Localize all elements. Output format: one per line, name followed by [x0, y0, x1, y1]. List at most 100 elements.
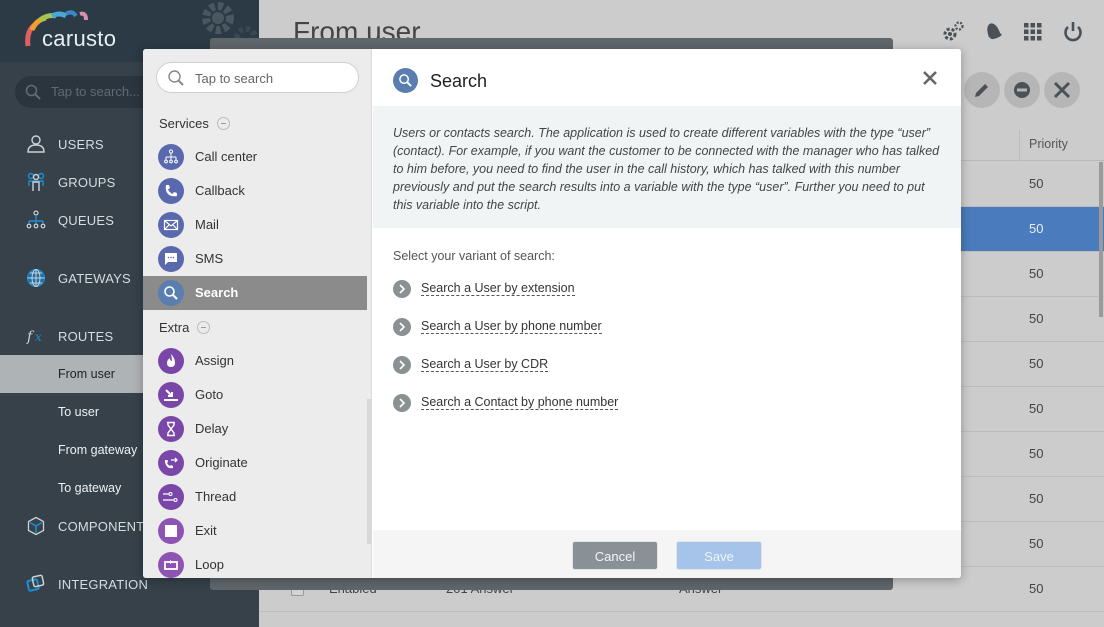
priority-cell: 50	[1029, 176, 1044, 191]
app-item-label: Search	[195, 285, 239, 300]
user-icon	[27, 135, 45, 153]
app-item-label: Delay	[195, 421, 229, 436]
column-divider	[1019, 130, 1020, 161]
sidebar-subitem-label: To gateway	[58, 481, 122, 495]
sidebar-subitem-label: From gateway	[58, 443, 138, 457]
collapse-icon[interactable]	[197, 321, 211, 334]
app-item-exit[interactable]: Exit	[143, 514, 367, 548]
priority-cell: 50	[1029, 446, 1044, 461]
goto-icon	[158, 382, 184, 408]
search-icon	[393, 68, 418, 93]
sms-icon	[158, 246, 184, 272]
variant-link[interactable]: Search a User by extension	[421, 281, 575, 296]
disable-button[interactable]	[1004, 72, 1040, 108]
cancel-button[interactable]: Cancel	[572, 541, 658, 570]
app-item-originate[interactable]: Originate	[143, 446, 367, 480]
group-header-extra[interactable]: Extra	[159, 320, 211, 335]
chevron-right-icon	[393, 318, 411, 336]
app-item-label: SMS	[195, 251, 224, 266]
collapse-icon[interactable]	[216, 117, 230, 130]
save-button[interactable]: Save	[676, 541, 762, 570]
variant-link[interactable]: Search a User by CDR	[421, 357, 549, 372]
sidebar-item-label: GROUPS	[58, 175, 116, 190]
sidebar-item-label: ROUTES	[58, 329, 114, 344]
variant-option[interactable]: Search a User by CDR	[393, 355, 693, 375]
app-item-goto[interactable]: Goto	[143, 378, 367, 412]
call-center-icon	[158, 144, 184, 170]
modal-footer: Cancel Save	[373, 530, 961, 578]
priority-cell: 50	[1029, 266, 1044, 281]
svg-text:f: f	[26, 329, 35, 345]
sidebar-item-label: COMPONENTS	[58, 519, 154, 534]
priority-cell: 50	[1029, 401, 1044, 416]
settings-icon[interactable]	[942, 18, 964, 44]
hourglass-icon	[158, 416, 184, 442]
sidebar-search-placeholder: Tap to search...	[51, 84, 140, 99]
app-item-label: Originate	[195, 455, 248, 470]
loop-icon	[158, 552, 184, 578]
cube-icon	[27, 516, 45, 536]
priority-cell: 50	[1029, 581, 1044, 596]
table-scrollbar[interactable]	[1099, 162, 1103, 317]
app-item-sms[interactable]: SMS	[143, 242, 367, 276]
app-item-call-center[interactable]: Call center	[143, 140, 367, 174]
modal-header: Search	[373, 49, 961, 106]
app-item-label: Callback	[195, 183, 245, 198]
application-description: Users or contacts search. The applicatio…	[373, 106, 961, 228]
edit-icon	[975, 84, 988, 97]
application-picker-modal: Tap to search Services Call center Callb…	[143, 49, 961, 578]
modal-title: Search	[430, 71, 488, 91]
app-item-thread[interactable]: Thread	[143, 480, 367, 514]
priority-cell: 50	[1029, 536, 1044, 551]
group-label: Extra	[159, 320, 190, 335]
stop-icon	[158, 518, 184, 544]
variant-link[interactable]: Search a Contact by phone number	[421, 395, 619, 410]
apps-grid-icon[interactable]	[1022, 18, 1044, 44]
disable-icon	[1014, 82, 1030, 98]
column-header-priority[interactable]: Priority	[1029, 137, 1068, 151]
originate-icon	[158, 450, 184, 476]
app-item-label: Mail	[195, 217, 219, 232]
app-item-assign[interactable]: Assign	[143, 344, 367, 378]
app-item-search[interactable]: Search	[143, 276, 367, 310]
app-item-callback[interactable]: Callback	[143, 174, 367, 208]
search-variants: Select your variant of search: Search a …	[393, 249, 619, 412]
variant-prompt: Select your variant of search:	[393, 249, 555, 263]
sidebar-item-label: INTEGRATION	[58, 577, 149, 592]
priority-cell: 50	[1029, 491, 1044, 506]
app-item-mail[interactable]: Mail	[143, 208, 367, 242]
application-list-panel: Tap to search Services Call center Callb…	[143, 49, 372, 578]
power-icon[interactable]	[1062, 18, 1084, 44]
search-icon	[158, 280, 184, 306]
app-item-label: Thread	[195, 489, 237, 504]
sidebar-item-label: USERS	[58, 137, 104, 152]
variant-link[interactable]: Search a User by phone number	[421, 319, 602, 334]
edit-button[interactable]	[964, 72, 1000, 108]
thread-icon	[158, 484, 184, 510]
chevron-right-icon	[393, 280, 411, 298]
app-item-loop[interactable]: Loop	[143, 548, 367, 578]
svg-text:x: x	[35, 330, 42, 344]
flame-icon	[158, 348, 184, 374]
bell-icon[interactable]	[982, 18, 1004, 44]
close-icon[interactable]	[923, 71, 937, 85]
delete-button[interactable]	[1044, 72, 1080, 108]
sidebar-subitem-label: To user	[58, 405, 99, 419]
variant-option[interactable]: Search a User by extension	[393, 279, 693, 299]
group-label: Services	[159, 116, 209, 131]
variant-option[interactable]: Search a Contact by phone number	[393, 393, 693, 413]
list-scrollbar[interactable]	[367, 399, 372, 544]
fx-icon: fx	[26, 329, 42, 345]
group-header-services[interactable]: Services	[159, 116, 230, 131]
app-item-label: Exit	[195, 523, 217, 538]
integration-icon	[26, 574, 45, 592]
queues-icon	[26, 210, 46, 229]
variant-option[interactable]: Search a User by phone number	[393, 317, 693, 337]
app-item-delay[interactable]: Delay	[143, 412, 367, 446]
application-search-input[interactable]: Tap to search	[156, 62, 359, 93]
mail-icon	[158, 212, 184, 238]
priority-cell: 50	[1029, 221, 1044, 236]
application-detail-panel: Search Users or contacts search. The app…	[373, 49, 961, 578]
chevron-right-icon	[393, 394, 411, 412]
globe-icon	[27, 269, 45, 287]
